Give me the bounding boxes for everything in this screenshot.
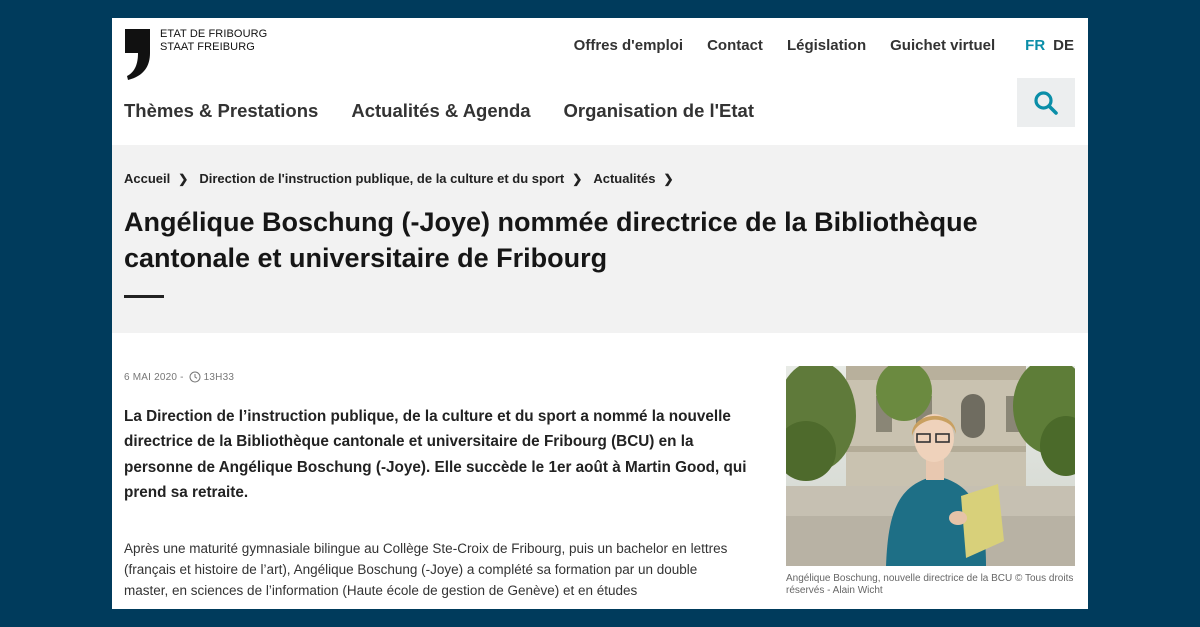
comma-logo-icon bbox=[125, 29, 150, 80]
nav-organisation-etat[interactable]: Organisation de l'Etat bbox=[564, 100, 754, 122]
clock-icon bbox=[189, 371, 201, 383]
title-band: Accueil ❯ Direction de l'instruction pub… bbox=[112, 145, 1088, 333]
logo-text: ETAT DE FRIBOURG STAAT FREIBURG bbox=[160, 28, 267, 54]
article-date: 6 MAI 2020 - bbox=[124, 371, 184, 383]
breadcrumb-accueil[interactable]: Accueil bbox=[124, 171, 170, 186]
article-photo[interactable] bbox=[786, 366, 1075, 566]
page-frame: ETAT DE FRIBOURG STAAT FREIBURG Offres d… bbox=[112, 18, 1088, 609]
link-legislation[interactable]: Législation bbox=[787, 37, 866, 54]
article-body: Après une maturité gymnasiale bilingue a… bbox=[124, 541, 728, 598]
top-navigation: Offres d'emploi Contact Législation Guic… bbox=[550, 37, 1074, 54]
link-contact[interactable]: Contact bbox=[707, 37, 763, 54]
logo-line-de: STAAT FREIBURG bbox=[160, 41, 255, 53]
lang-fr[interactable]: FR bbox=[1025, 37, 1045, 54]
chevron-right-icon: ❯ bbox=[572, 171, 583, 186]
article-lead: La Direction de l’instruction publique, … bbox=[124, 408, 747, 501]
photo-caption: Angélique Boschung, nouvelle directrice … bbox=[786, 573, 1074, 596]
chevron-right-icon: ❯ bbox=[178, 171, 189, 186]
search-button[interactable] bbox=[1017, 78, 1075, 127]
title-underline bbox=[124, 295, 164, 298]
language-switcher: FR DE bbox=[1025, 37, 1074, 54]
portrait-photo bbox=[786, 366, 1075, 566]
article-meta: 6 MAI 2020 - 13H33 bbox=[124, 371, 234, 383]
page-title: Angélique Boschung (-Joye) nommée direct… bbox=[124, 207, 978, 273]
link-offres-emploi[interactable]: Offres d'emploi bbox=[574, 37, 683, 54]
breadcrumb-actualites[interactable]: Actualités bbox=[593, 171, 655, 186]
main-navigation: Thèmes & Prestations Actualités & Agenda… bbox=[124, 100, 787, 122]
logo-line-fr: ETAT DE FRIBOURG bbox=[160, 28, 268, 40]
link-guichet-virtuel[interactable]: Guichet virtuel bbox=[890, 37, 995, 54]
breadcrumb: Accueil ❯ Direction de l'instruction pub… bbox=[124, 171, 685, 186]
lang-de[interactable]: DE bbox=[1053, 37, 1074, 54]
nav-actualites-agenda[interactable]: Actualités & Agenda bbox=[351, 100, 530, 122]
state-logo[interactable]: ETAT DE FRIBOURG STAAT FREIBURG bbox=[124, 28, 267, 80]
breadcrumb-direction[interactable]: Direction de l'instruction publique, de … bbox=[199, 171, 564, 186]
article-time: 13H33 bbox=[203, 371, 235, 383]
nav-themes-prestations[interactable]: Thèmes & Prestations bbox=[124, 100, 318, 122]
search-icon bbox=[1034, 90, 1058, 115]
chevron-right-icon: ❯ bbox=[663, 171, 674, 186]
